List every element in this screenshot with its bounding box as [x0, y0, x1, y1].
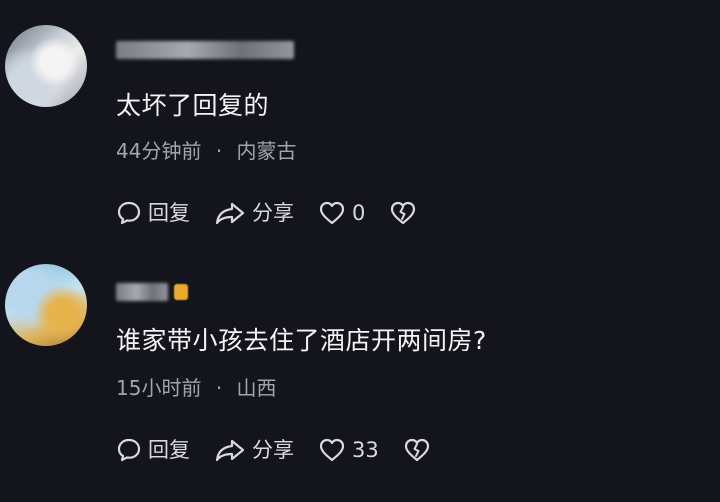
- comment-time: 44分钟前: [116, 139, 202, 163]
- comment-item: 太坏了回复的 44分钟前 · 内蒙古 回复 分享 0: [0, 0, 720, 250]
- dislike-button[interactable]: [403, 437, 431, 463]
- share-arrow-icon: [215, 202, 245, 225]
- share-button[interactable]: 分享: [214, 198, 294, 228]
- user-badge-icon: [174, 284, 188, 300]
- avatar[interactable]: [5, 264, 87, 346]
- share-label: 分享: [252, 438, 294, 462]
- comment-meta: 44分钟前 · 内蒙古: [116, 137, 297, 165]
- meta-separator: ·: [215, 376, 223, 400]
- heart-icon: [319, 201, 345, 225]
- comment-text: 谁家带小孩去住了酒店开两间房?: [116, 326, 487, 355]
- comment-text: 太坏了回复的: [116, 91, 270, 120]
- like-count: 0: [352, 201, 366, 225]
- username-blurred[interactable]: [116, 39, 294, 61]
- like-button[interactable]: 0: [318, 198, 365, 228]
- like-button[interactable]: 33: [318, 435, 379, 465]
- broken-heart-icon: [391, 201, 416, 225]
- like-count: 33: [352, 438, 379, 462]
- comment-item: 谁家带小孩去住了酒店开两间房? 15小时前 · 山西 回复 分享 33: [0, 250, 720, 502]
- reply-label: 回复: [148, 438, 190, 462]
- comment-actions: 回复 分享 0: [116, 198, 441, 228]
- reply-label: 回复: [148, 201, 190, 225]
- comment-actions: 回复 分享 33: [116, 435, 455, 465]
- share-button[interactable]: 分享: [214, 435, 294, 465]
- comment-bubble-icon: [117, 438, 141, 462]
- avatar[interactable]: [5, 25, 87, 107]
- share-arrow-icon: [215, 439, 245, 462]
- username-blurred[interactable]: [116, 281, 188, 303]
- reply-button[interactable]: 回复: [116, 198, 190, 228]
- comment-location: 山西: [236, 376, 277, 400]
- blurred-username-text: [116, 283, 168, 301]
- reply-button[interactable]: 回复: [116, 435, 190, 465]
- comment-location: 内蒙古: [236, 139, 297, 163]
- blurred-username-text: [116, 41, 294, 59]
- broken-heart-icon: [404, 438, 429, 462]
- heart-icon: [319, 438, 345, 462]
- comment-meta: 15小时前 · 山西: [116, 374, 277, 402]
- comment-bubble-icon: [117, 201, 141, 225]
- share-label: 分享: [252, 201, 294, 225]
- dislike-button[interactable]: [389, 200, 417, 226]
- meta-separator: ·: [215, 139, 223, 163]
- comment-time: 15小时前: [116, 376, 202, 400]
